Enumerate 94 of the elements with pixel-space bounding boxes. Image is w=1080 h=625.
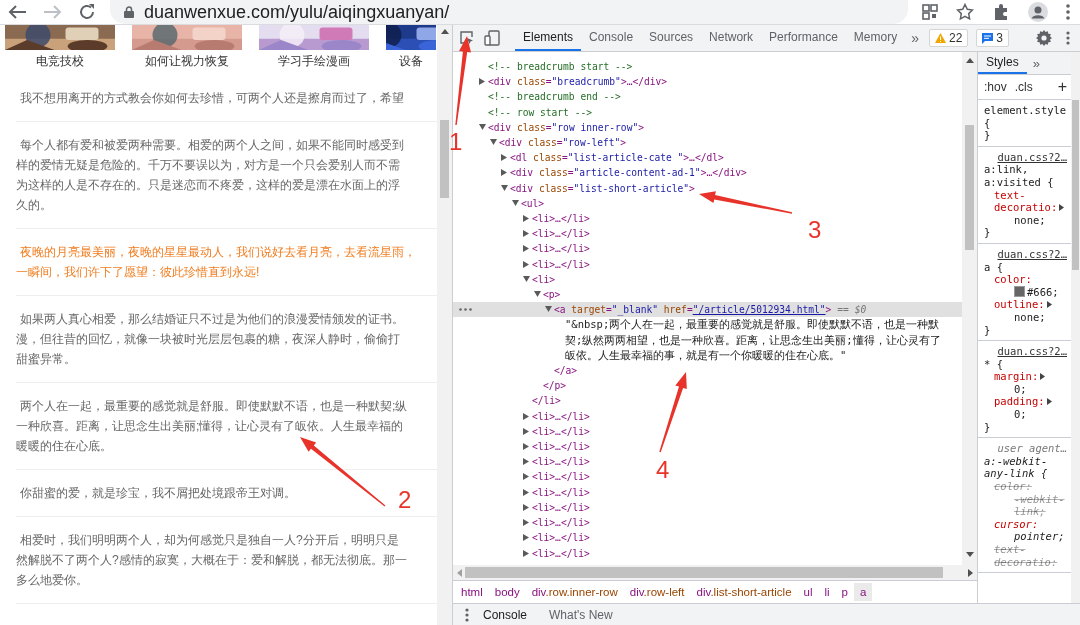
property-name: text-decoratio:: [994, 188, 1058, 214]
panel-tab[interactable]: Memory: [845, 25, 906, 51]
drawer-tab[interactable]: What's New: [541, 607, 621, 622]
rule-close: }: [984, 323, 992, 337]
element-tag[interactable]: <li>…</li>: [532, 484, 590, 500]
breadcrumb-item[interactable]: body: [488, 583, 526, 601]
warning-count: 22: [948, 31, 963, 45]
breadcrumb-item[interactable]: html: [455, 583, 489, 601]
property-value: 0;: [1014, 382, 1027, 395]
sidebar-tab[interactable]: Styles: [978, 52, 1027, 74]
source-link[interactable]: duan.css?2…: [984, 150, 1067, 164]
property-value: none;: [1014, 213, 1046, 226]
property-name: outline:: [994, 298, 1045, 311]
element-tag[interactable]: <ul>: [521, 195, 545, 212]
add-rule-button[interactable]: +: [1057, 78, 1067, 96]
breadcrumb-item[interactable]: ul: [797, 583, 819, 601]
element-tag[interactable]: <li>…</li>: [532, 211, 590, 227]
property-name: cursor:: [994, 517, 1039, 530]
element-tag[interactable]: <li>…</li>: [532, 530, 590, 546]
panel-tab[interactable]: Performance: [761, 25, 846, 51]
drawer-tab[interactable]: Console: [475, 607, 536, 622]
html-comment: <!-- row start -->: [488, 105, 592, 120]
address-field[interactable]: duanwenxue.com/yulu/aiqingxuanyan/: [110, 0, 908, 24]
element-tag[interactable]: <li>…</li>: [532, 256, 590, 272]
property-value: none;: [1014, 310, 1046, 323]
annotation-number: 1: [449, 128, 463, 155]
element-tag[interactable]: <a target="_blank" href="/article/5012934.html">: [554, 302, 832, 318]
css-selector: element.style {: [984, 104, 1067, 130]
element-tag[interactable]: <li>…</li>: [532, 454, 590, 470]
element-tag[interactable]: <div class="row-left">: [499, 135, 627, 151]
breadcrumb-item[interactable]: div.row.inner-row: [525, 583, 624, 601]
element-tag[interactable]: <dl class="list-article-cate ">…</dl>: [510, 150, 724, 166]
source-link[interactable]: duan.css?2…: [984, 247, 1067, 261]
annotation-number: 2: [398, 486, 412, 513]
rule-close: }: [984, 129, 992, 142]
property-name: margin:: [994, 370, 1039, 383]
element-tag[interactable]: <li>: [532, 271, 556, 288]
thumbnail-caption[interactable]: 学习手绘漫画: [278, 53, 350, 70]
property-value: 0;: [1014, 408, 1027, 421]
closing-tag: </p>: [543, 378, 567, 394]
css-selector: * {: [984, 357, 1004, 371]
thumbnail-caption[interactable]: 电竞技校: [36, 53, 84, 70]
element-tag[interactable]: <li>…</li>: [532, 499, 590, 516]
property-value: pointer;: [1014, 530, 1065, 543]
element-tag[interactable]: <p>: [543, 287, 561, 303]
property-value: #666;: [1027, 285, 1059, 298]
rule-close: }: [984, 226, 992, 239]
messages-badge[interactable]: 3: [976, 29, 1009, 47]
panel-tab[interactable]: Network: [701, 25, 762, 51]
breadcrumb-item[interactable]: div.row-left: [623, 583, 691, 601]
html-comment: <!-- breadcrumb end -->: [488, 90, 621, 105]
property-name: padding:: [994, 395, 1045, 408]
element-tag[interactable]: <li>…</li>: [532, 439, 590, 455]
element-tag[interactable]: <li>…</li>: [532, 515, 590, 531]
breadcrumb-item[interactable]: li: [818, 583, 836, 601]
panel-tab[interactable]: Console: [581, 25, 642, 51]
node-text: "&nbsp;两个人在一起，最重要的感觉就是舒服。即使默默不语，也是一种默契;纵然两两相望，也是一种欣喜。距离，让思念生出美丽;懂得，让心灵有了皈依。人生最幸福的事，就是有一个你暖暖的住在心底。": [565, 317, 942, 363]
element-tag[interactable]: <li>…</li>: [532, 241, 590, 257]
rule-close: }: [984, 420, 992, 434]
more-tabs-button[interactable]: »: [1032, 55, 1040, 71]
breadcrumb-item[interactable]: p: [835, 583, 854, 601]
element-tag[interactable]: <li>…</li>: [532, 226, 590, 242]
element-tag[interactable]: <div class="article-content-ad-1">…</div>: [510, 165, 747, 181]
thumbnail-caption[interactable]: 如何让视力恢复: [145, 53, 229, 70]
breadcrumb-item[interactable]: a: [854, 583, 873, 601]
element-tag[interactable]: <div class="breadcrumb">…</div>: [488, 74, 668, 90]
closing-tag: </a>: [554, 363, 578, 379]
annotation-number: 4: [656, 456, 670, 483]
selected-marker: == $0: [837, 303, 867, 318]
paragraph-text: 我不想用离开的方式教会你如何去珍惜，可两个人还是擦肩而过了，希望: [16, 75, 437, 122]
breadcrumb-item[interactable]: div.list-short-article: [690, 583, 798, 601]
css-selector: a:link, a:visited {: [984, 163, 1055, 189]
filter-toggle[interactable]: .cls: [1014, 80, 1033, 94]
message-count: 3: [996, 31, 1003, 45]
element-tag[interactable]: <li>…</li>: [532, 469, 590, 485]
panel-tab[interactable]: Sources: [641, 25, 702, 51]
source-link[interactable]: duan.css?2…: [984, 345, 1067, 358]
more-tabs-button[interactable]: »: [911, 30, 919, 46]
element-tag[interactable]: <div class="list-short-article">: [510, 180, 695, 196]
html-comment: <!-- breadcrumb start -->: [488, 60, 633, 74]
element-tag[interactable]: <li>…</li>: [532, 423, 590, 440]
thumbnail-caption[interactable]: 设备: [399, 53, 423, 70]
filter-toggle[interactable]: :hov: [984, 80, 1007, 94]
element-tag[interactable]: <div class="row inner-row">: [488, 119, 644, 135]
annotation-number: 3: [808, 216, 822, 243]
property-name: color:: [994, 273, 1032, 286]
warnings-badge[interactable]: 22: [928, 29, 969, 47]
element-tag[interactable]: <li>…</li>: [532, 545, 590, 561]
rule-source: user agent…: [996, 442, 1067, 455]
css-selector: a:-webkit-any-link {: [984, 454, 1049, 481]
closing-tag: </li>: [532, 393, 561, 409]
panel-tab[interactable]: Elements: [515, 25, 582, 51]
css-selector: a {: [984, 260, 1004, 274]
element-tag[interactable]: <li>…</li>: [532, 408, 590, 424]
